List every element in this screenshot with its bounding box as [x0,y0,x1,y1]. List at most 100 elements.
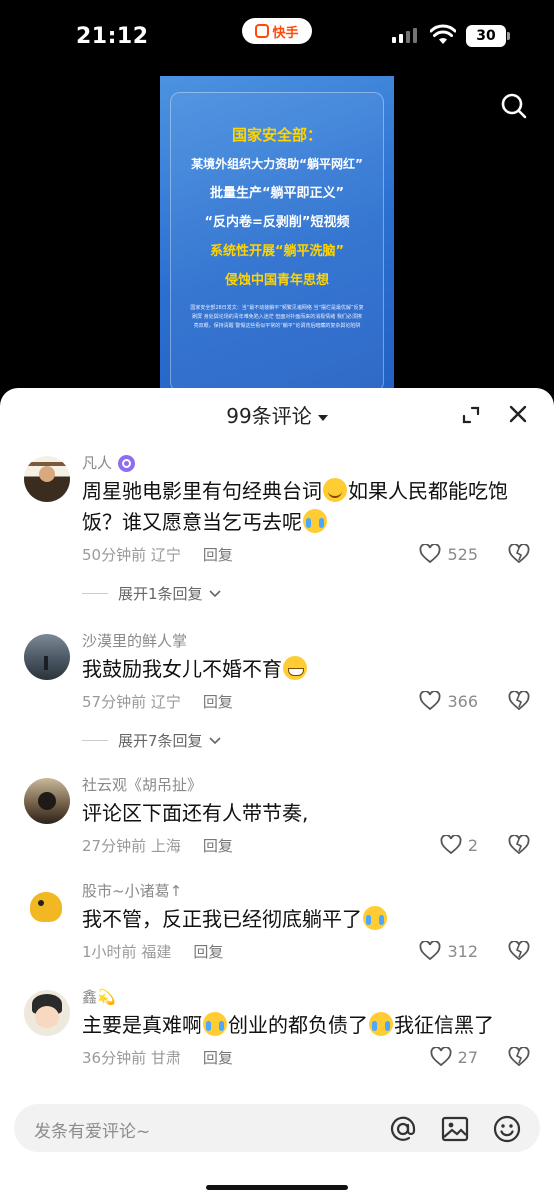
comment-username[interactable]: 沙漠里的鲜人掌 [82,630,530,652]
caret-down-icon [317,414,328,421]
like-count: 27 [457,1047,478,1067]
comment-text-part: 周星驰电影里有句经典台词 [82,479,322,503]
comment-time: 57分钟前 [82,692,147,711]
broken-heart-icon[interactable] [508,1047,530,1067]
comment-time: 1小时前 [82,942,137,961]
app-indicator-pill[interactable]: 快手 [242,18,312,44]
smile-emoji-icon [323,478,347,502]
heart-icon[interactable] [419,544,441,564]
comments-panel-header: 99条评论 [0,388,554,438]
broken-heart-icon[interactable] [508,544,530,564]
comment-time: 27分钟前 [82,836,147,855]
headline-line: 系统性开展“躺平洗脑” [209,244,345,259]
expand-replies-label: 展开7条回复 [118,731,203,750]
home-indicator [206,1185,348,1190]
comment-location: 辽宁 [150,692,181,711]
laugh-cry-emoji-icon [303,509,327,533]
comment-text[interactable]: 周星驰电影里有句经典台词 如果人民都能吃饱饭？谁又愿意当乞丐去呢 [82,476,530,538]
emoji-icon[interactable] [492,1114,522,1144]
close-icon[interactable] [508,404,528,424]
poster-headline: 国家安全部： 某境外组织大力资助“躺平网红” 批量生产“躺平即正义” “反内卷=… [160,124,394,298]
username-text: 社云观《胡吊扯》 [82,776,203,794]
image-icon[interactable] [440,1114,470,1144]
comment-list[interactable]: 凡人 周星驰电影里有句经典台词 如果人民都能吃饱饭？谁又愿意当乞丐去呢 50分钟前… [0,452,554,1092]
broken-heart-icon[interactable] [508,835,530,855]
comment-meta: 36分钟前 甘肃 回复 27 [82,1043,530,1071]
comment-meta: 57分钟前 辽宁 回复 366 [82,687,530,715]
heart-icon[interactable] [440,835,462,855]
comment-location: 上海 [150,836,181,855]
comment-username[interactable]: 社云观《胡吊扯》 [82,774,530,796]
headline-line: 侵蚀中国青年思想 [224,273,329,288]
at-mention-icon[interactable] [388,1114,418,1144]
reply-button[interactable]: 回复 [203,544,233,565]
poster-fine-print: 国家安全部28日发文：当“最不动装躺平”频繁见诸网络 当“摆烂是最优解”反复刷屏… [190,305,364,329]
headline-line: 批量生产“躺平即正义” [209,186,345,201]
expand-replies[interactable]: 展开1条回复 [82,576,530,610]
like-count: 525 [447,544,478,564]
username-text: 鑫💫 [82,988,116,1006]
laugh-cry-emoji-icon [203,1012,227,1036]
expand-replies-label: 展开1条回复 [118,584,203,603]
divider [82,592,108,594]
laugh-cry-emoji-icon [363,906,387,930]
comment-input-bar[interactable]: 发条有爱评论~ [14,1104,540,1152]
comment-text[interactable]: 主要是真难啊 创业的都负债了 我征信黑了 [82,1010,530,1041]
grin-emoji-icon [283,656,307,680]
comment-item: 社云观《胡吊扯》 评论区下面还有人带节奏, 27分钟前 上海 回复 2 [0,774,554,880]
avatar[interactable] [24,634,70,680]
comment-location: 甘肃 [150,1048,181,1067]
comment-text[interactable]: 我不管，反正我已经彻底躺平了 [82,904,530,935]
comment-text-part: 我不管，反正我已经彻底躺平了 [82,907,362,931]
headline-line: “反内卷=反剥削”短视频 [204,215,350,230]
input-actions [388,1114,522,1144]
avatar[interactable] [24,884,70,930]
avatar[interactable] [24,990,70,1036]
comment-meta: 1小时前 福建 回复 312 [82,937,530,965]
avatar[interactable] [24,778,70,824]
comment-username[interactable]: 股市~小诸葛↑ [82,880,530,902]
avatar[interactable] [24,456,70,502]
heart-icon[interactable] [430,1047,452,1067]
comment-meta: 50分钟前 辽宁 回复 525 [82,540,530,568]
comment-text[interactable]: 评论区下面还有人带节奏, [82,798,530,829]
like-count: 366 [447,691,478,711]
app-name: 快手 [272,25,299,41]
username-text: 沙漠里的鲜人掌 [82,632,188,650]
comment-item: 沙漠里的鲜人掌 我鼓励我女儿不婚不育 57分钟前 辽宁 回复 366 展开7条回… [0,630,554,774]
comment-text-part: 我鼓励我女儿不婚不育 [82,657,282,681]
heart-icon[interactable] [419,691,441,711]
broken-heart-icon[interactable] [508,691,530,711]
reply-button[interactable]: 回复 [203,1047,233,1068]
expand-icon[interactable] [460,404,482,426]
reply-button[interactable]: 回复 [203,691,233,712]
reply-button[interactable]: 回复 [193,941,223,962]
comment-username[interactable]: 凡人 [82,452,530,474]
clock: 21:12 [76,24,149,49]
reply-button[interactable]: 回复 [203,835,233,856]
divider [82,739,108,741]
comment-item: 鑫💫 主要是真难啊 创业的都负债了 我征信黑了 36分钟前 甘肃 回复 27 [0,986,554,1092]
comment-input-placeholder[interactable]: 发条有爱评论~ [34,1117,150,1142]
laugh-cry-emoji-icon [369,1012,393,1036]
chevron-down-icon [208,590,221,598]
comments-panel: 99条评论 凡人 周星驰电影里有句经典台词 如果人民都能吃饱饭？谁又愿意当乞丐去呢… [0,388,554,1200]
comment-location: 福建 [141,942,172,961]
heart-icon[interactable] [419,941,441,961]
comment-text-part: 主要是真难啊 [82,1013,202,1037]
like-count: 312 [447,941,478,961]
comment-username[interactable]: 鑫💫 [82,986,530,1008]
headline-line: 某境外组织大力资助“躺平网红” [191,157,363,171]
comment-time: 50分钟前 [82,545,147,564]
headline-line: 国家安全部： [231,126,322,144]
broken-heart-icon[interactable] [508,941,530,961]
comment-location: 辽宁 [150,545,181,564]
expand-replies[interactable]: 展开7条回复 [82,723,530,757]
verified-badge-icon [118,454,136,472]
comment-item: 凡人 周星驰电影里有句经典台词 如果人民都能吃饱饭？谁又愿意当乞丐去呢 50分钟前… [0,452,554,630]
comment-count-label: 99条评论 [226,404,312,428]
video-poster[interactable]: 国家安全部： 某境外组织大力资助“躺平网红” 批量生产“躺平即正义” “反内卷=… [160,76,394,396]
search-icon[interactable] [500,92,528,120]
comment-text[interactable]: 我鼓励我女儿不婚不育 [82,654,530,685]
comment-item: 股市~小诸葛↑ 我不管，反正我已经彻底躺平了 1小时前 福建 回复 312 [0,880,554,986]
